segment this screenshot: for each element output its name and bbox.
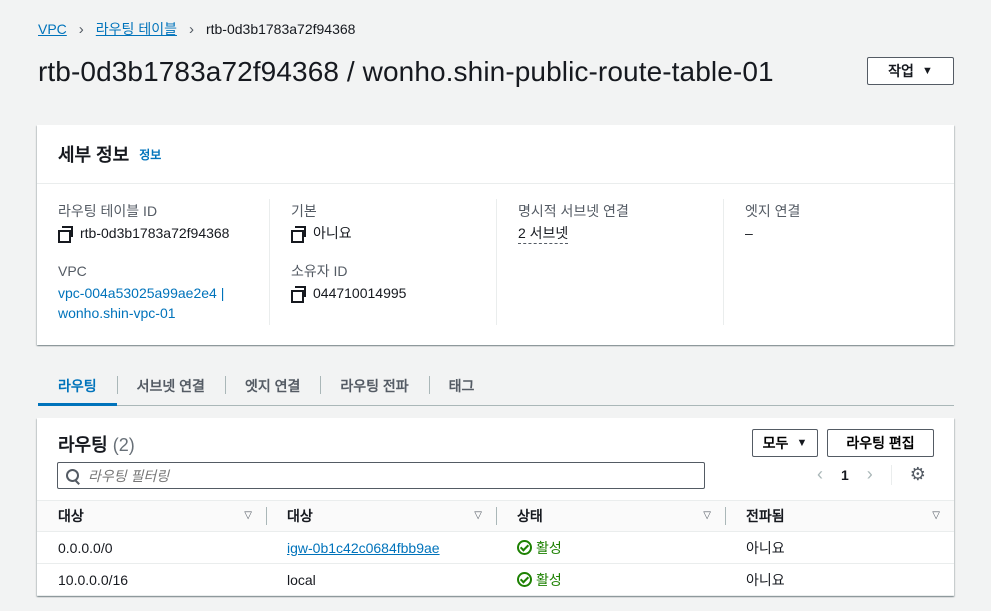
route-target-link[interactable]: igw-0b1c42c0684fbb9ae: [287, 540, 440, 556]
caret-down-icon: ▼: [796, 437, 808, 449]
explicit-subnet-label: 명시적 서브넷 연결: [518, 203, 629, 219]
column-header-target[interactable]: 대상 ▽: [266, 501, 496, 532]
filter-select-label: 모두: [762, 435, 789, 451]
route-status: 활성: [536, 539, 562, 556]
table-row: 10.0.0.0/16 local 활성 아니요: [37, 563, 954, 596]
breadcrumb: VPC › 라우팅 테이블 › rtb-0d3b1783a72f94368: [38, 19, 355, 39]
tab-tags[interactable]: 태그: [428, 370, 495, 406]
routes-table: 대상 ▽ 대상 ▽ 상태 ▽ 전파됨 ▽ 0.0.0.0/0 igw-0b1c42c06…: [37, 500, 954, 596]
route-table-id-label: 라우팅 테이블 ID: [58, 203, 158, 219]
edit-routes-button[interactable]: 라우팅 편집: [827, 429, 934, 457]
details-column-2: 기본 아니요 소유자 ID 044710014995: [269, 199, 496, 325]
search-icon: [66, 468, 80, 483]
tab-route-propagation[interactable]: 라우팅 전파: [320, 370, 428, 406]
chevron-left-icon[interactable]: ‹: [817, 464, 823, 485]
breadcrumb-route-tables-link[interactable]: 라우팅 테이블: [96, 19, 177, 39]
routes-heading: 라우팅 (2): [58, 431, 135, 457]
routes-heading-label: 라우팅: [58, 435, 108, 455]
column-header-propagated[interactable]: 전파됨 ▽: [725, 501, 954, 532]
owner-id-value: 044710014995: [313, 285, 407, 301]
sort-icon: ▽: [703, 510, 711, 521]
details-panel: 세부 정보 정보 라우팅 테이블 ID rtb-0d3b1783a72f9436…: [37, 125, 954, 345]
vpc-id-link[interactable]: vpc-004a53025a99ae2e4 |: [58, 283, 224, 303]
details-header: 세부 정보 정보: [37, 125, 954, 184]
route-status: 활성: [536, 571, 562, 588]
page-title: rtb-0d3b1783a72f94368 / wonho.shin-publi…: [38, 56, 774, 87]
tab-edge-associations[interactable]: 엣지 연결: [224, 370, 320, 406]
actions-button[interactable]: 작업 ▼: [867, 57, 954, 85]
details-heading: 세부 정보: [58, 145, 130, 165]
details-column-1: 라우팅 테이블 ID rtb-0d3b1783a72f94368 VPC vpc…: [37, 199, 269, 325]
edge-association-label: 엣지 연결: [745, 203, 801, 219]
info-link[interactable]: 정보: [139, 146, 161, 163]
main-label: 기본: [291, 203, 317, 219]
vpc-name-link[interactable]: wonho.shin-vpc-01: [58, 303, 176, 323]
explicit-subnet-value[interactable]: 2 서브넷: [518, 223, 569, 244]
chevron-right-icon: ›: [188, 20, 194, 38]
routes-count: (2): [112, 435, 135, 455]
pager-divider: [890, 464, 892, 485]
route-propagated: 아니요: [725, 563, 954, 596]
actions-button-label: 작업: [888, 63, 914, 79]
routes-panel: 라우팅 (2) 모두 ▼ 라우팅 편집 ‹ 1 › ⚙ 대상▽ 대상▽ 상태▽ …: [37, 418, 954, 596]
details-column-4: 엣지 연결 –: [723, 199, 950, 325]
copy-icon[interactable]: [58, 226, 73, 243]
sort-icon: ▽: [474, 510, 482, 521]
gear-icon[interactable]: ⚙: [910, 464, 926, 485]
chevron-right-icon[interactable]: ›: [867, 464, 873, 485]
chevron-right-icon: ›: [78, 20, 84, 38]
caret-down-icon: ▼: [921, 65, 933, 77]
filter-select[interactable]: 모두 ▼: [752, 429, 818, 457]
check-circle-icon: [517, 540, 532, 555]
edge-association-value: –: [745, 225, 753, 241]
breadcrumb-vpc-link[interactable]: VPC: [38, 21, 67, 37]
table-header-row: 대상 ▽ 대상 ▽ 상태 ▽ 전파됨 ▽: [37, 500, 954, 532]
tab-bar: 라우팅 서브넷 연결 엣지 연결 라우팅 전파 태그: [38, 370, 954, 406]
column-header-destination[interactable]: 대상 ▽: [37, 501, 266, 532]
sort-icon: ▽: [932, 510, 940, 521]
details-column-3: 명시적 서브넷 연결 2 서브넷: [496, 199, 723, 325]
copy-icon[interactable]: [291, 286, 306, 303]
vpc-label: VPC: [58, 263, 87, 279]
table-row: 0.0.0.0/0 igw-0b1c42c0684fbb9ae 활성 아니요: [37, 531, 954, 564]
check-circle-icon: [517, 572, 532, 587]
route-destination: 0.0.0.0/0: [37, 531, 266, 564]
pagination: ‹ 1 › ⚙: [817, 464, 926, 485]
column-header-status[interactable]: 상태 ▽: [496, 501, 725, 532]
route-propagated: 아니요: [725, 531, 954, 564]
owner-id-label: 소유자 ID: [291, 263, 348, 279]
route-table-id-value: rtb-0d3b1783a72f94368: [80, 225, 230, 241]
page-number[interactable]: 1: [841, 467, 849, 483]
route-destination: 10.0.0.0/16: [37, 563, 266, 596]
tab-subnet-associations[interactable]: 서브넷 연결: [116, 370, 225, 406]
route-filter-input[interactable]: [88, 467, 648, 484]
tab-routes[interactable]: 라우팅: [38, 370, 117, 406]
route-search: [57, 462, 705, 489]
breadcrumb-current: rtb-0d3b1783a72f94368: [205, 21, 356, 37]
copy-icon[interactable]: [291, 226, 306, 243]
route-target: local: [266, 563, 496, 596]
main-value: 아니요: [313, 225, 352, 241]
sort-icon: ▽: [244, 510, 252, 521]
